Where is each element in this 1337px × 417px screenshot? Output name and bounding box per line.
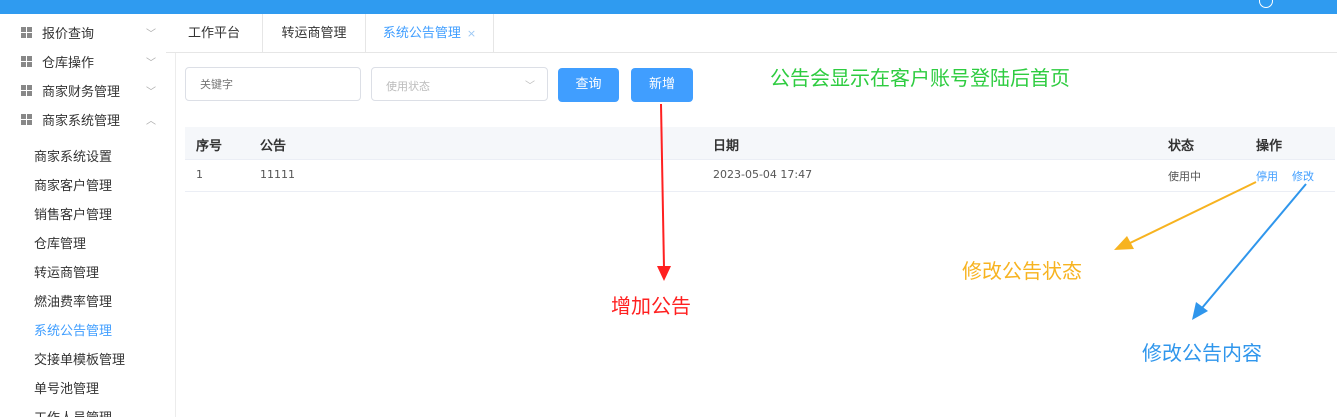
arrow-status <box>1129 181 1257 244</box>
note-change-content: 修改公告内容 <box>1142 341 1262 365</box>
annotation-arrows <box>657 103 1307 320</box>
note-change-status: 修改公告状态 <box>962 259 1082 283</box>
arrowhead-add <box>657 266 671 281</box>
arrow-add <box>660 103 665 269</box>
note-add-notice: 增加公告 <box>611 294 691 318</box>
arrow-content <box>1201 183 1307 309</box>
